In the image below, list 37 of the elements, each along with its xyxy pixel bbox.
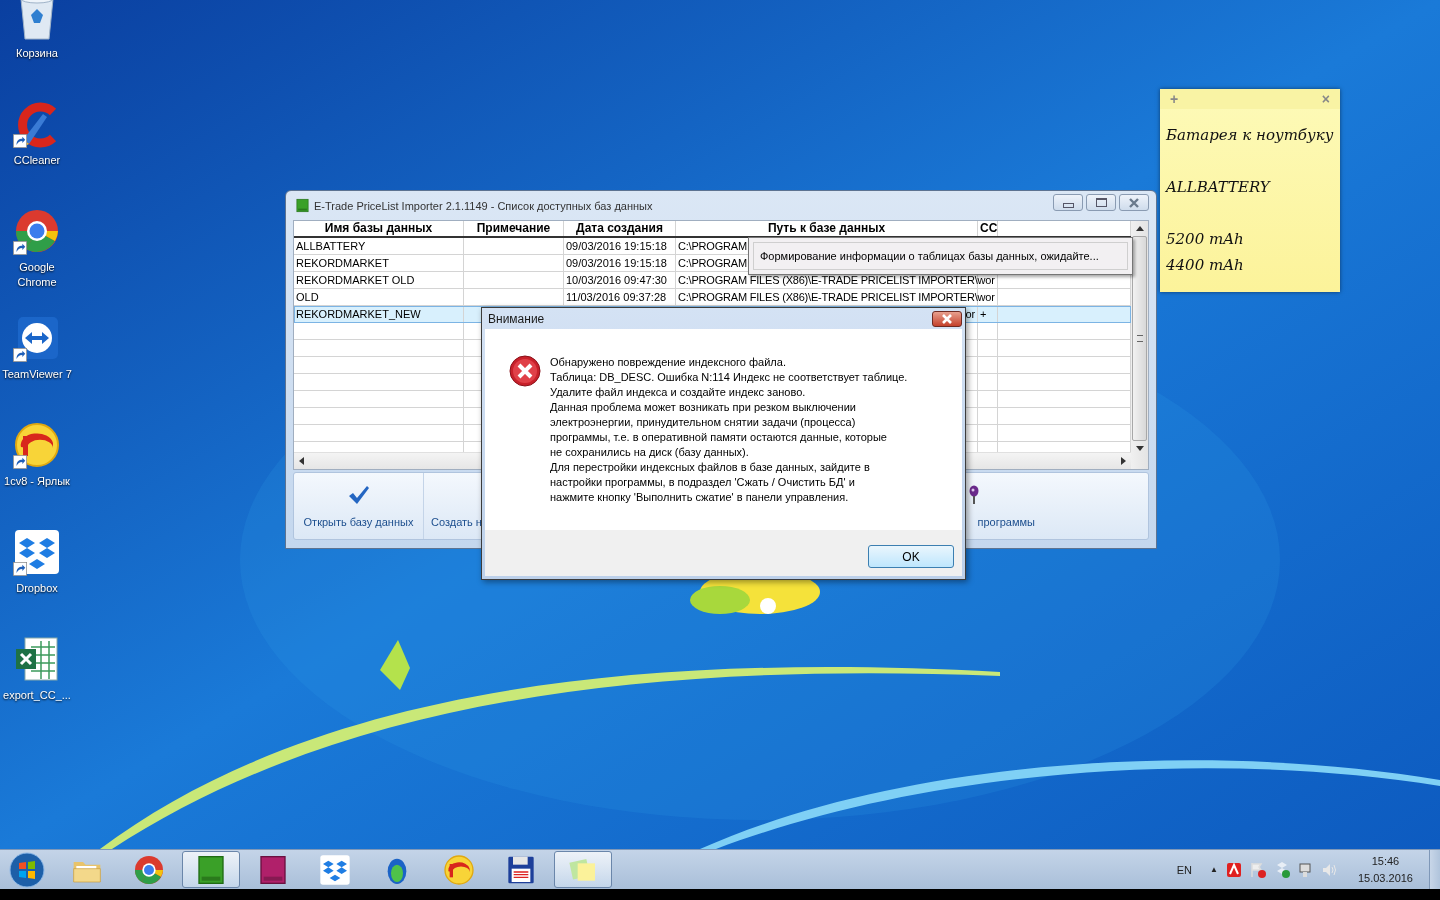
note-text: ALLBATTERY [1166,177,1272,198]
note-text: 5200 mAh [1166,229,1245,250]
table-cell: 09/03/2016 19:15:18 [564,238,676,255]
table-cell-text: or [965,307,975,322]
icon-label[interactable]: CCleaner [13,153,61,168]
table-cell: 09/03/2016 19:15:18 [564,255,676,272]
clock-date[interactable]: 15.03.2016 [1357,869,1413,887]
column-header[interactable]: Примечание [464,221,564,236]
table-cell: REKORDMARKET [294,255,464,272]
icon-label[interactable]: Google Chrome [0,260,74,290]
column-header[interactable]: CC [978,221,998,236]
column-header[interactable]: Путь к базе данных [676,221,978,236]
language-indicator[interactable]: EN [1176,863,1192,876]
note-text: Батарея к ноутбуку [1166,125,1334,146]
table-cell: ALLBATTERY [294,238,464,255]
table-cell-text: C:\PROGRAM [678,256,747,271]
tray-arrow[interactable]: ▲ [1210,865,1218,874]
icon-label[interactable]: Dropbox [16,581,58,596]
ok-button[interactable]: OK [868,545,954,568]
icon-label[interactable]: TeamViewer 7 [2,367,72,382]
table-cell: REKORDMARKET OLD [294,272,464,289]
error-message: Обнаружено повреждение индексного файла. Таблица: DB_DESC. Ошибка N:114 Индекс не соответствует таблице. Удалите файл индекса и создайте индекс заново. Данная проблема может возникать при резком выключении электроэнергии, принудительном снятии задачи (процесса) программы, т.е. в оперативной памяти остаются данные, которые не сохранились на диск (базу данных). Для перестройки индексных файлов в базе данных, зайдите в настройки программы, в подраздел 'Сжать / Очистить БД' и нажмите кнопку 'Выполнить сжатие' в панели управления. [550,355,908,505]
icon-label[interactable]: export_CC_... [3,688,71,703]
table-cell-text: C:\PROGRAM FILES (X86)\E-TRADE PRICELIST IMPORTER\wor [678,290,995,305]
icon-label[interactable]: 1cv8 - Ярлык [4,474,70,489]
table-cell-text: C:\PROGRAM FILES (X86)\E-TRADE PRICELIST IMPORTER\wor [678,273,995,288]
note-text: 4400 mAh [1166,255,1245,276]
toolbar-button[interactable]: Открыть базу данных [294,473,424,539]
column-header[interactable]: Дата создания [564,221,676,236]
tooltip: Формирование информации о таблицах базы данных, ожидайте... [748,237,1133,275]
table-cell-text: C:\PROGRAM [678,239,747,254]
clock-time[interactable]: 15:46 [1371,852,1400,870]
icon-label[interactable]: Корзина [16,46,58,61]
dialog-title: Внимание [487,311,545,326]
column-header[interactable]: Имя базы данных [294,221,464,236]
table-cell: 10/03/2016 09:47:30 [564,272,676,289]
window-title: E-Trade PriceList Importer 2.1.1149 - Список доступных баз данных [314,199,653,212]
